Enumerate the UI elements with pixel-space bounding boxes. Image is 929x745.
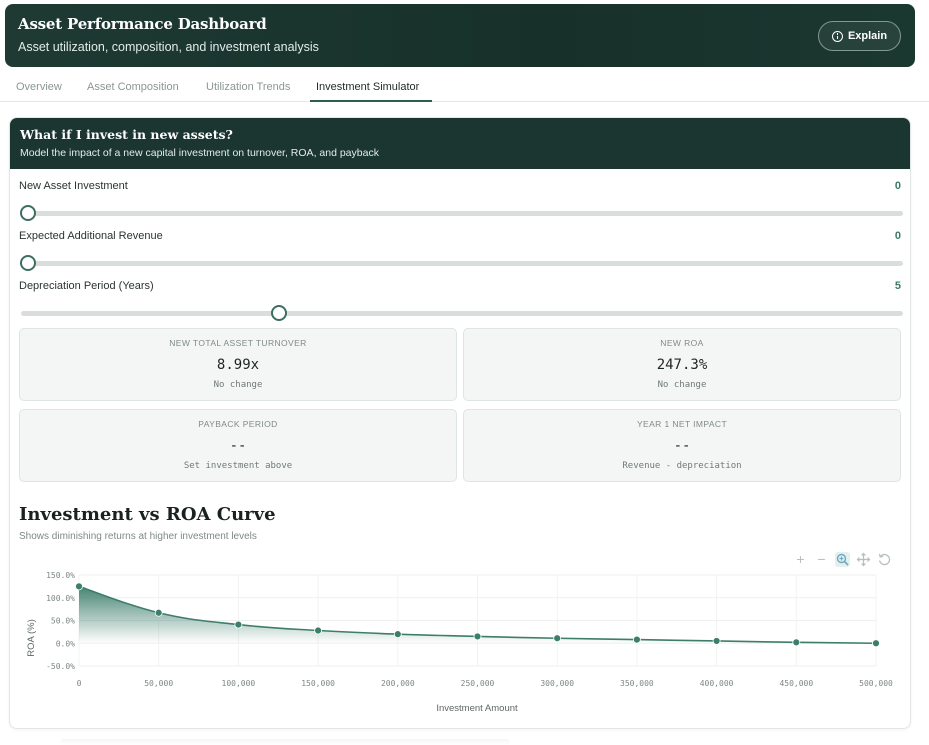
x-tick-label: 300,000 xyxy=(540,679,574,688)
x-axis-title: Investment Amount xyxy=(436,703,518,714)
dashboard-header: Asset Performance Dashboard Asset utiliz… xyxy=(5,4,915,67)
simulator-title: What if I invest in new assets? xyxy=(20,127,233,142)
tab-overview[interactable]: Overview xyxy=(16,81,62,93)
metric-value: -- xyxy=(673,438,691,454)
metric-value: 247.3% xyxy=(656,357,708,373)
metric-value: -- xyxy=(229,438,247,454)
data-point[interactable] xyxy=(633,635,641,644)
data-point[interactable] xyxy=(553,634,562,643)
metric-label: PAYBACK PERIOD xyxy=(198,419,278,429)
data-point[interactable] xyxy=(75,582,83,591)
revenue-slider-label: Expected Additional Revenue xyxy=(19,230,163,242)
simulator-card-header: What if I invest in new assets? Model th… xyxy=(10,118,910,169)
investment-slider-label: New Asset Investment xyxy=(19,180,128,192)
simulator-subtitle: Model the impact of a new capital invest… xyxy=(20,147,379,159)
metric-label: NEW TOTAL ASSET TURNOVER xyxy=(169,338,307,348)
x-tick-label: 0 xyxy=(77,679,82,688)
revenue-slider-track[interactable] xyxy=(21,261,903,266)
data-point[interactable] xyxy=(712,637,721,645)
metric-card-payback: PAYBACK PERIOD -- Set investment above xyxy=(19,409,457,482)
data-point[interactable] xyxy=(473,632,482,641)
page-bottom-shadow xyxy=(60,739,510,745)
x-tick-label: 400,000 xyxy=(700,679,734,688)
explain-button[interactable]: Explain xyxy=(818,21,901,51)
page-subtitle: Asset utilization, composition, and inve… xyxy=(18,40,319,54)
depreciation-slider-thumb[interactable] xyxy=(270,305,287,321)
info-icon xyxy=(831,30,843,42)
tab-investment-simulator[interactable]: Investment Simulator xyxy=(316,81,419,93)
x-tick-label: 50,000 xyxy=(144,679,173,688)
data-point[interactable] xyxy=(234,620,243,629)
metric-label: NEW ROA xyxy=(660,338,704,348)
x-tick-label: 350,000 xyxy=(620,679,654,688)
revenue-slider-value: 0 xyxy=(894,230,901,242)
y-tick-label: -50.0% xyxy=(46,662,75,671)
x-tick-label: 150,000 xyxy=(301,679,335,688)
depreciation-slider-track[interactable] xyxy=(21,311,903,316)
roa-curve-chart: 150.0% 100.0% 50.0% 0.0% -50.0% 0 50,000 100,0… xyxy=(26,571,893,714)
x-tick-label: 250,000 xyxy=(461,679,495,688)
data-point[interactable] xyxy=(792,638,801,647)
tab-asset-composition[interactable]: Asset Composition xyxy=(87,81,179,93)
depreciation-slider-value: 5 xyxy=(894,280,901,292)
investment-slider-value: 0 xyxy=(894,180,901,192)
investment-slider-thumb[interactable] xyxy=(20,205,36,221)
metric-sub: Set investment above xyxy=(183,461,293,471)
y-tick-label: 0.0% xyxy=(56,639,75,648)
x-tick-label: 500,000 xyxy=(859,679,893,688)
investment-slider-track[interactable] xyxy=(21,211,903,216)
metric-label: YEAR 1 NET IMPACT xyxy=(636,419,728,429)
metric-sub: No change xyxy=(213,380,263,390)
metric-card-roa: NEW ROA 247.3% No change xyxy=(463,328,901,401)
metric-sub: Revenue - depreciation xyxy=(622,461,742,471)
x-tick-label: 200,000 xyxy=(381,679,415,688)
metric-card-net-impact: YEAR 1 NET IMPACT -- Revenue - depreciat… xyxy=(463,409,901,482)
data-point[interactable] xyxy=(314,626,323,635)
y-tick-label: 50.0% xyxy=(51,617,75,626)
metric-value: 8.99x xyxy=(216,357,260,373)
page-title: Asset Performance Dashboard xyxy=(18,15,267,33)
explain-button-label: Explain xyxy=(847,30,888,42)
data-point[interactable] xyxy=(872,639,880,648)
x-tick-label: 450,000 xyxy=(779,679,813,688)
tab-utilization-trends[interactable]: Utilization Trends xyxy=(206,81,290,93)
y-tick-label: 150.0% xyxy=(46,571,75,580)
metric-card-turnover: NEW TOTAL ASSET TURNOVER 8.99x No change xyxy=(19,328,457,401)
active-tab-indicator xyxy=(310,100,432,102)
y-axis-title: ROA (%) xyxy=(26,619,37,656)
metric-sub: No change xyxy=(657,380,707,390)
tab-bar: Overview Asset Composition Utilization T… xyxy=(0,76,929,102)
x-tick-label: 100,000 xyxy=(222,679,256,688)
revenue-slider-thumb[interactable] xyxy=(20,255,36,271)
depreciation-slider-label: Depreciation Period (Years) xyxy=(19,280,154,292)
data-point[interactable] xyxy=(154,608,163,617)
chart-title: Investment vs ROA Curve xyxy=(19,504,276,525)
chart-subtitle: Shows diminishing returns at higher inve… xyxy=(19,531,257,542)
data-point[interactable] xyxy=(393,630,402,639)
y-tick-label: 100.0% xyxy=(46,594,75,603)
